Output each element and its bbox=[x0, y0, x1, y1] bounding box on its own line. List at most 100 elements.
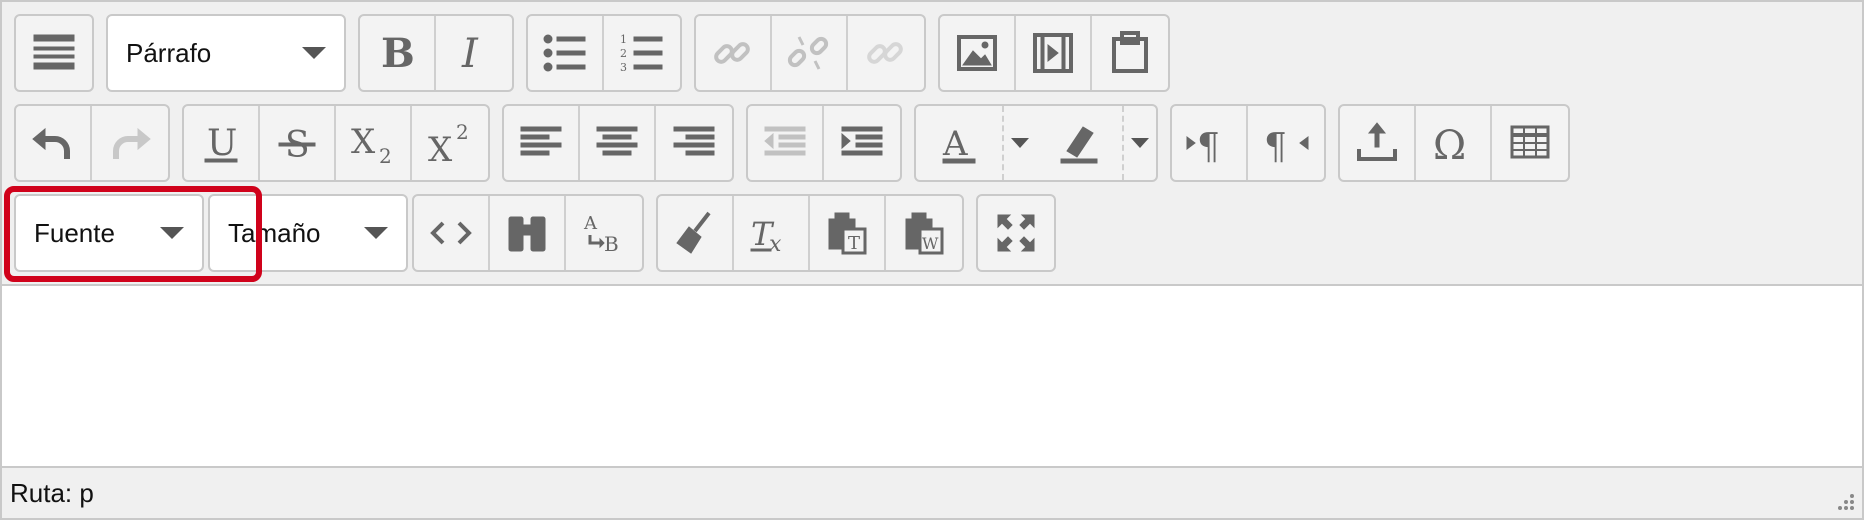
unlink-icon bbox=[787, 36, 829, 70]
view-group bbox=[976, 194, 1056, 272]
paste-word-icon: W bbox=[905, 212, 944, 255]
font-select-value: Fuente bbox=[34, 217, 115, 248]
numbered-list-icon: 1 2 3 bbox=[620, 33, 663, 74]
resize-grip-icon[interactable] bbox=[1832, 488, 1856, 512]
undo-icon bbox=[32, 127, 70, 159]
replace-button[interactable]: AB bbox=[566, 196, 642, 270]
toolbar-toggle-button[interactable] bbox=[16, 16, 92, 90]
italic-icon: I bbox=[461, 31, 479, 77]
size-select-value: Tamaño bbox=[228, 217, 321, 248]
highlight-color-icon bbox=[1060, 126, 1098, 164]
chevron-down-icon bbox=[302, 47, 326, 59]
direction-group: ¶ ¶ bbox=[1170, 104, 1326, 182]
broom-icon bbox=[676, 211, 711, 254]
link-button[interactable] bbox=[696, 16, 772, 90]
format-select[interactable]: Párrafo bbox=[106, 14, 346, 92]
outdent-icon bbox=[764, 126, 806, 156]
align-center-icon bbox=[596, 126, 638, 156]
superscript-button[interactable]: X2 bbox=[412, 106, 488, 180]
ltr-button[interactable]: ¶ bbox=[1172, 106, 1248, 180]
link-icon bbox=[714, 42, 750, 64]
svg-text:U: U bbox=[207, 123, 237, 164]
ltr-icon: ¶ bbox=[1186, 127, 1220, 168]
svg-text:W: W bbox=[922, 234, 939, 253]
code-button[interactable] bbox=[414, 196, 490, 270]
toggle-group bbox=[14, 14, 94, 92]
upload-icon bbox=[1357, 122, 1397, 161]
undo-button[interactable] bbox=[16, 106, 92, 180]
rich-text-editor: Párrafo B I 1 2 3 U S X 2 X 2 A ¶ ¶ Ω Fu… bbox=[0, 0, 1864, 520]
paste-button[interactable] bbox=[1092, 16, 1168, 90]
find-button[interactable] bbox=[490, 196, 566, 270]
table-button[interactable] bbox=[1492, 106, 1568, 180]
rtl-button[interactable]: ¶ bbox=[1248, 106, 1324, 180]
list-group: 1 2 3 bbox=[526, 14, 682, 92]
indent-group bbox=[746, 104, 902, 182]
text-color-dropdown[interactable] bbox=[1002, 106, 1036, 180]
svg-text:B: B bbox=[381, 30, 415, 77]
svg-text:B: B bbox=[604, 232, 619, 256]
text-color-split-button: A bbox=[916, 106, 1036, 180]
svg-text:3: 3 bbox=[620, 61, 627, 74]
paste-word-button[interactable]: W bbox=[886, 196, 962, 270]
bold-icon: B bbox=[381, 30, 415, 77]
text-color-button[interactable]: A bbox=[916, 106, 1002, 180]
strikethrough-button[interactable]: S bbox=[260, 106, 336, 180]
upload-button[interactable] bbox=[1340, 106, 1416, 180]
align-right-icon bbox=[673, 126, 715, 156]
highlight-color-dropdown[interactable] bbox=[1122, 106, 1156, 180]
link-group bbox=[694, 14, 926, 92]
media-button[interactable] bbox=[1016, 16, 1092, 90]
highlight-color-button[interactable] bbox=[1036, 106, 1122, 180]
chevron-down-icon bbox=[1131, 138, 1149, 148]
toolbar-row-1: Párrafo B I 1 2 3 bbox=[14, 14, 1182, 92]
subscript-icon: X2 bbox=[351, 122, 392, 168]
bullet-list-button[interactable] bbox=[528, 16, 604, 90]
paste-icon bbox=[1112, 31, 1148, 73]
text-color-icon: A bbox=[942, 124, 976, 164]
indent-button[interactable] bbox=[824, 106, 900, 180]
clean-button[interactable] bbox=[658, 196, 734, 270]
svg-text:1: 1 bbox=[620, 33, 627, 46]
special-char-button[interactable]: Ω bbox=[1416, 106, 1492, 180]
unlink-button[interactable] bbox=[772, 16, 848, 90]
editor-content-area[interactable] bbox=[2, 286, 1862, 466]
insert-group: Ω bbox=[1338, 104, 1570, 182]
bold-button[interactable]: B bbox=[360, 16, 436, 90]
tools-group: AB bbox=[412, 194, 644, 272]
svg-text:2: 2 bbox=[379, 144, 392, 168]
underline-button[interactable]: U bbox=[184, 106, 260, 180]
svg-text:A: A bbox=[583, 213, 598, 234]
align-right-button[interactable] bbox=[656, 106, 732, 180]
clear-format-icon: Tx bbox=[750, 215, 782, 257]
svg-text:Ω: Ω bbox=[1433, 123, 1466, 169]
svg-text:I: I bbox=[461, 31, 479, 77]
fullscreen-icon bbox=[997, 214, 1035, 252]
replace-icon: AB bbox=[583, 213, 619, 256]
paste-text-icon: T bbox=[828, 212, 867, 255]
svg-text:x: x bbox=[769, 232, 782, 257]
subscript-button[interactable]: X2 bbox=[336, 106, 412, 180]
indent-icon bbox=[841, 126, 883, 156]
fullscreen-button[interactable] bbox=[978, 196, 1054, 270]
font-select[interactable]: Fuente bbox=[14, 194, 204, 272]
outdent-button[interactable] bbox=[748, 106, 824, 180]
redo-button[interactable] bbox=[92, 106, 168, 180]
insert-media-group bbox=[938, 14, 1170, 92]
numbered-list-button[interactable]: 1 2 3 bbox=[604, 16, 680, 90]
image-button[interactable] bbox=[940, 16, 1016, 90]
svg-text:T: T bbox=[848, 233, 860, 254]
svg-text:2: 2 bbox=[456, 120, 469, 144]
chevron-down-icon bbox=[1011, 138, 1029, 148]
size-select[interactable]: Tamaño bbox=[208, 194, 408, 272]
underline-icon: U bbox=[204, 123, 238, 164]
align-left-button[interactable] bbox=[504, 106, 580, 180]
paste-text-button[interactable]: T bbox=[810, 196, 886, 270]
anchor-button[interactable] bbox=[848, 16, 924, 90]
italic-button[interactable]: I bbox=[436, 16, 512, 90]
clean-group: Tx T W bbox=[656, 194, 964, 272]
omega-icon: Ω bbox=[1433, 123, 1466, 169]
align-center-button[interactable] bbox=[580, 106, 656, 180]
clear-format-button[interactable]: Tx bbox=[734, 196, 810, 270]
chevron-down-icon bbox=[160, 227, 184, 239]
